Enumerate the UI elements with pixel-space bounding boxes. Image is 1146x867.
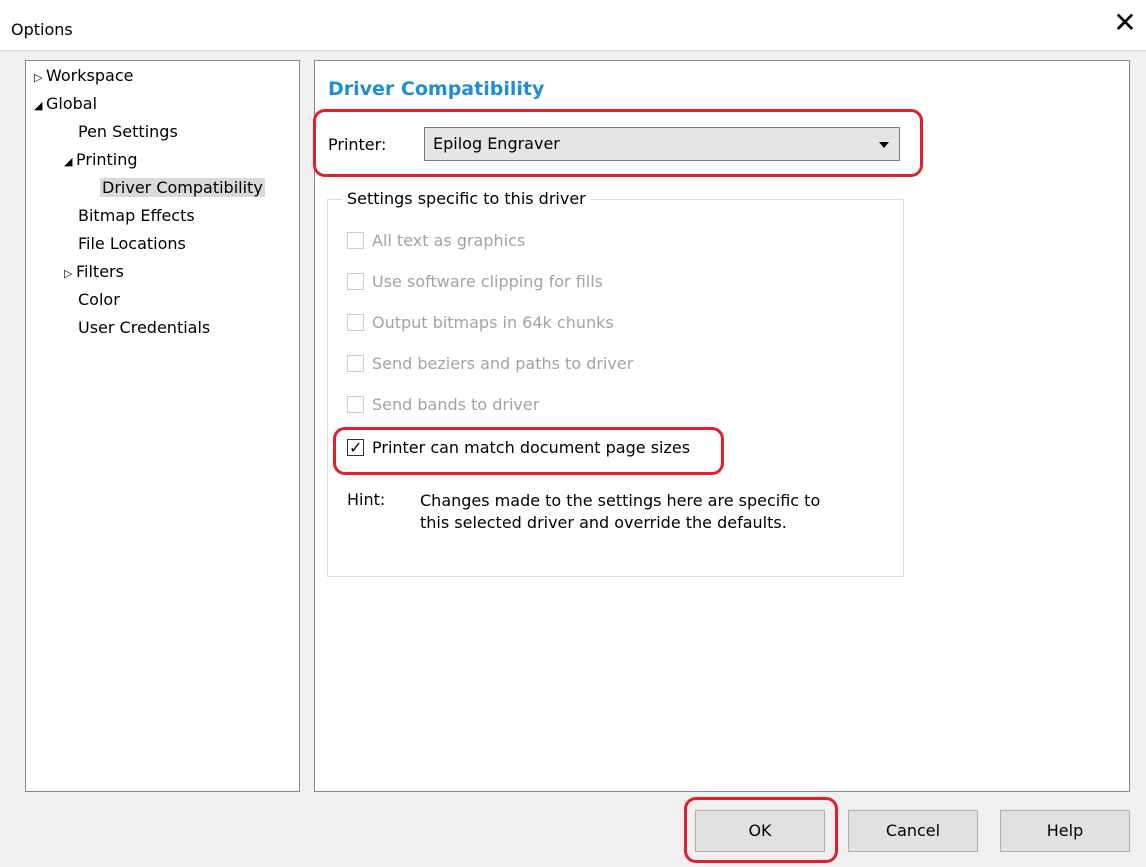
tree-item-label: Bitmap Effects (78, 206, 195, 225)
cancel-button[interactable]: Cancel (848, 810, 978, 852)
tree-item-label: Driver Compatibility (100, 178, 265, 197)
tree-item-color[interactable]: Color (78, 288, 120, 312)
tree-item-label: Printing (76, 150, 138, 169)
tree-item-printing[interactable]: ◢ Printing (64, 148, 138, 172)
tree-item-file-locations[interactable]: File Locations (78, 232, 186, 256)
collapse-arrow-icon[interactable]: ◢ (34, 94, 46, 118)
expand-arrow-icon[interactable]: ▷ (64, 262, 76, 286)
printer-highlight-annotation (313, 109, 923, 177)
tree-item-global[interactable]: ◢ Global (34, 92, 97, 116)
collapse-arrow-icon[interactable]: ◢ (64, 150, 76, 174)
checkbox-label: Send bands to driver (372, 395, 540, 414)
tree-item-label: User Credentials (78, 318, 211, 337)
checkbox-label: Send beziers and paths to driver (372, 354, 634, 373)
tree-item-pen-settings[interactable]: Pen Settings (78, 120, 178, 144)
checkbox[interactable] (347, 232, 364, 249)
checkbox-label: All text as graphics (372, 231, 526, 250)
checkbox[interactable] (347, 396, 364, 413)
close-icon: ✕ (1113, 6, 1137, 39)
checkbox[interactable] (347, 273, 364, 290)
tree-item-driver-compatibility[interactable]: Driver Compatibility (100, 176, 265, 200)
checkbox-label: Use software clipping for fills (372, 272, 603, 291)
title-bar: Options ✕ (0, 0, 1146, 51)
hint-label: Hint: (347, 490, 386, 509)
tree-item-label: File Locations (78, 234, 186, 253)
tree-item-label: Global (46, 94, 98, 113)
checkbox-label: Output bitmaps in 64k chunks (372, 313, 614, 332)
tree-item-label: Workspace (46, 66, 134, 85)
tree-item-label: Filters (76, 262, 124, 281)
checkbox[interactable] (347, 355, 364, 372)
checkbox-highlight-annotation (333, 427, 724, 475)
group-label: Settings specific to this driver (342, 189, 591, 208)
ok-highlight-annotation (684, 797, 838, 863)
tree-item-workspace[interactable]: ▷ Workspace (34, 64, 133, 88)
hint-text: Changes made to the settings here are sp… (420, 491, 821, 532)
settings-panel: Driver Compatibility Printer: Epilog Eng… (313, 60, 1130, 792)
tree-item-filters[interactable]: ▷ Filters (64, 260, 124, 284)
tree-item-user-credentials[interactable]: User Credentials (78, 316, 210, 340)
page-title: Driver Compatibility (328, 78, 545, 100)
tree-item-bitmap-effects[interactable]: Bitmap Effects (78, 204, 195, 228)
tree-item-label: Pen Settings (78, 122, 178, 141)
tree-item-label: Color (78, 290, 120, 309)
options-tree[interactable]: ▷ Workspace ◢ Global Pen Settings ◢ Printin… (25, 60, 300, 792)
window-title: Options (11, 20, 73, 39)
checkbox[interactable] (347, 314, 364, 331)
help-button[interactable]: Help (1000, 810, 1130, 852)
expand-arrow-icon[interactable]: ▷ (34, 66, 46, 90)
driver-settings-group: Settings specific to this driver All tex… (327, 189, 904, 577)
close-button[interactable]: ✕ (1110, 8, 1140, 38)
